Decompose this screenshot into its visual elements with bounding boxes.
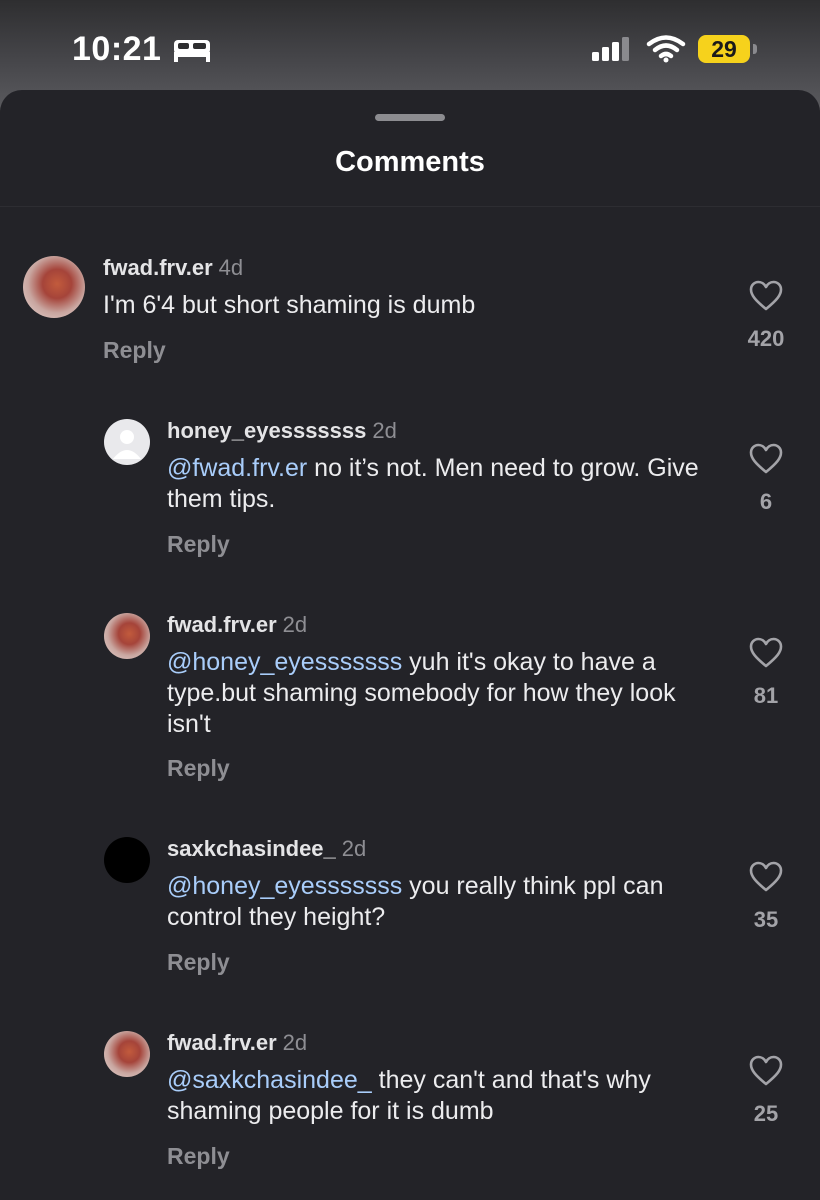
like-button[interactable]: 6	[730, 443, 802, 515]
comment-text: @honey_eyesssssss you really think ppl c…	[167, 871, 712, 933]
reply-button[interactable]: Reply	[167, 949, 230, 976]
sheet-grabber[interactable]	[375, 114, 445, 121]
comment-text: I'm 6'4 but short shaming is dumb	[103, 290, 648, 321]
like-count: 6	[759, 489, 773, 514]
avatar[interactable]	[23, 256, 85, 318]
comment-mention[interactable]: @honey_eyesssssss	[167, 872, 402, 900]
avatar-default[interactable]	[104, 419, 150, 465]
comment-username[interactable]: honey_eyesssssss	[167, 418, 366, 443]
heart-icon[interactable]	[749, 280, 783, 312]
comment-mention[interactable]: @saxkchasindee_	[167, 1066, 372, 1094]
comment-text: @fwad.frv.er no it’s not. Men need to gr…	[167, 453, 712, 515]
cellular-signal-icon	[592, 37, 629, 61]
comment-header: fwad.frv.er 2d	[167, 612, 307, 638]
like-count: 25	[753, 1101, 779, 1126]
heart-icon[interactable]	[749, 861, 783, 893]
like-button[interactable]: 81	[730, 637, 802, 709]
avatar[interactable]	[104, 613, 150, 659]
comment-mention[interactable]: @fwad.frv.er	[167, 454, 307, 482]
avatar[interactable]	[104, 1031, 150, 1077]
like-button[interactable]: 420	[730, 280, 802, 352]
comment-age: 4d	[218, 255, 244, 280]
comment-text: @honey_eyesssssss yuh it's okay to have …	[167, 647, 712, 740]
battery-level: 29	[711, 36, 737, 62]
comment-username[interactable]: saxkchasindee_	[167, 836, 336, 861]
reply-button[interactable]: Reply	[167, 755, 230, 782]
comment-age: 2d	[372, 418, 397, 443]
comment-body: I'm 6'4 but short shaming is dumb	[103, 291, 476, 319]
header-divider	[0, 206, 820, 207]
like-count: 420	[747, 326, 785, 351]
like-button[interactable]: 25	[730, 1055, 802, 1127]
comment-username[interactable]: fwad.frv.er	[167, 1030, 277, 1055]
heart-icon[interactable]	[749, 637, 783, 669]
comment-age: 2d	[341, 836, 367, 861]
status-time: 10:21	[72, 30, 162, 68]
comment-header: fwad.frv.er 4d	[103, 255, 243, 281]
avatar[interactable]	[104, 837, 150, 883]
comment-header: fwad.frv.er 2d	[167, 1030, 307, 1056]
comment-age: 2d	[282, 1030, 308, 1055]
comment-username[interactable]: fwad.frv.er	[167, 612, 277, 637]
like-button[interactable]: 35	[730, 861, 802, 933]
reply-button[interactable]: Reply	[167, 1143, 230, 1170]
status-bar: 10:21 29	[0, 0, 820, 90]
like-count: 35	[753, 907, 779, 932]
heart-icon[interactable]	[749, 1055, 783, 1087]
reply-button[interactable]: Reply	[103, 337, 166, 364]
comment-header: saxkchasindee_ 2d	[167, 836, 366, 862]
sheet-title: Comments	[335, 146, 485, 178]
like-count: 81	[753, 683, 779, 708]
comment-age: 2d	[282, 612, 308, 637]
comments-sheet: Comments fwad.frv.er 4d I'm 6'4 but short…	[0, 90, 820, 1200]
battery-indicator: 29	[698, 35, 750, 63]
battery-tip	[753, 44, 757, 54]
comment-username[interactable]: fwad.frv.er	[103, 255, 213, 280]
default-user-icon	[113, 430, 141, 459]
reply-button[interactable]: Reply	[167, 531, 230, 558]
bed-icon	[174, 40, 210, 62]
wifi-icon	[646, 35, 686, 63]
comment-mention[interactable]: @honey_eyesssssss	[167, 648, 402, 676]
comment-text: @saxkchasindee_ they can't and that's wh…	[167, 1065, 712, 1127]
heart-icon[interactable]	[749, 443, 783, 475]
comment-header: honey_eyesssssss 2d	[167, 418, 397, 444]
